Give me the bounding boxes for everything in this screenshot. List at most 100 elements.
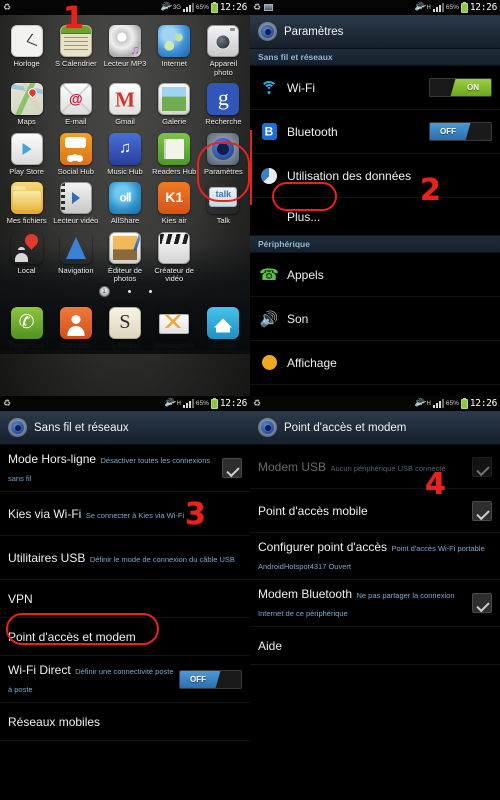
settings-row-kies-wifi[interactable]: Kies via Wi-Fi Se connecter à Kies via W…: [0, 492, 250, 536]
browser-icon: [158, 25, 191, 57]
signal-icon: [182, 399, 194, 408]
clock-text: 12:26: [219, 2, 247, 13]
contacts-icon: [59, 306, 92, 339]
clock-text: 12:26: [469, 2, 497, 13]
network-type-icon: H: [426, 4, 431, 11]
settings-row-economie-energie[interactable]: Economie d'énergie: [250, 385, 500, 396]
app-lecteur-video[interactable]: Lecteur vidéo: [51, 178, 100, 226]
battery-percent: 65%: [195, 4, 209, 11]
page-indicator-dot[interactable]: [148, 290, 152, 293]
app-navigation[interactable]: Navigation: [51, 228, 100, 284]
app-label: Local: [17, 265, 36, 275]
settings-row-affichage[interactable]: Affichage: [250, 341, 500, 385]
network-type-icon: H: [176, 400, 181, 407]
settings-row-utilitaires-usb[interactable]: Utilitaires USB Définir le mode de conne…: [0, 536, 250, 580]
photo-editor-icon: [108, 231, 141, 264]
row-title: Aide: [258, 638, 283, 653]
settings-row-point-acces-modem[interactable]: Point d'accès et modem: [0, 618, 250, 656]
panel-wireless-networks: ♻ H 65% 12:26 Sans fil et réseaux Mode H…: [0, 396, 250, 748]
app-lecteur-mp3[interactable]: Lecteur MP3: [100, 21, 149, 77]
mobile-hotspot-checkbox[interactable]: [472, 500, 492, 521]
allshare-icon: [108, 182, 141, 214]
settings-row-plus[interactable]: Plus...: [250, 198, 500, 236]
page-indicator-current[interactable]: 1: [98, 286, 110, 297]
toggle-label: OFF: [190, 674, 206, 684]
page-indicator-dot[interactable]: [127, 290, 131, 293]
email-icon: [59, 83, 92, 115]
app-label: Kies air: [161, 216, 187, 225]
app-label: E-mail: [65, 117, 87, 126]
settings-row-mode-hors-ligne[interactable]: Mode Hors-ligne Désactiver toutes les co…: [0, 445, 250, 492]
app-internet[interactable]: Internet: [150, 21, 199, 77]
app-local[interactable]: Local: [2, 228, 51, 284]
app-play-store[interactable]: Play Store: [2, 129, 51, 177]
settings-row-appels[interactable]: ☎ Appels: [250, 253, 500, 297]
app-music-hub[interactable]: Music Hub: [100, 129, 149, 177]
wifi-toggle[interactable]: ON: [429, 78, 492, 97]
settings-row-aide[interactable]: Aide: [250, 627, 500, 665]
app-email[interactable]: E-mail: [51, 79, 100, 127]
app-gmail[interactable]: Gmail: [100, 79, 149, 127]
app-label: Recherche: [205, 117, 242, 126]
app-recherche[interactable]: Recherche: [199, 79, 248, 127]
settings-row-bluetooth[interactable]: Bluetooth OFF: [250, 110, 500, 154]
page-indicator[interactable]: 1: [0, 284, 250, 300]
settings-row-modem-bluetooth[interactable]: Modem Bluetooth Ne pas partager la conne…: [250, 580, 500, 627]
app-maps[interactable]: Maps: [2, 79, 51, 127]
row-title: Utilitaires USB: [8, 550, 86, 565]
recycle-icon: ♻: [3, 398, 12, 408]
app-label: Social Hub: [57, 166, 94, 176]
settings-gear-icon: [258, 22, 277, 41]
bluetooth-icon: [258, 123, 280, 140]
app-label: Lecteur vidéo: [53, 216, 99, 225]
settings-row-wifi-direct[interactable]: Wi-Fi Direct Définir une connectivité po…: [0, 656, 250, 703]
app-kies-air[interactable]: Kies air: [150, 178, 199, 226]
row-title: Wi-Fi Direct: [8, 663, 71, 677]
app-label: Internet: [161, 59, 187, 68]
app-label: Gmail: [115, 117, 135, 126]
row-title: Utilisation des données: [287, 168, 412, 183]
settings-row-vpn[interactable]: VPN: [0, 580, 250, 618]
settings-row-reseaux-mobiles[interactable]: Réseaux mobiles: [0, 703, 250, 741]
battery-percent: 65%: [445, 400, 459, 407]
app-label: Éditeur de photos: [107, 265, 143, 283]
data-usage-icon: [258, 167, 280, 184]
signal-icon: [432, 3, 444, 12]
clock-icon: [10, 25, 43, 57]
settings-row-configurer-point-acces[interactable]: Configurer point d'accès Point d'accès W…: [250, 533, 500, 580]
settings-row-data-usage[interactable]: Utilisation des données: [250, 154, 500, 198]
airplane-mode-checkbox[interactable]: [222, 458, 242, 478]
bluetooth-toggle[interactable]: OFF: [429, 122, 492, 141]
app-appareil-photo[interactable]: Appareil photo: [199, 21, 248, 77]
settings-row-wifi[interactable]: Wi-Fi ON: [250, 66, 500, 110]
app-bar-tethering: Point d'accès et modem: [250, 411, 500, 445]
settings-row-son[interactable]: 🔊 Son: [250, 297, 500, 341]
music-hub-icon: [108, 132, 141, 165]
app-createur-de-video[interactable]: Créateur de vidéo: [150, 228, 199, 284]
row-title: Modem Bluetooth: [258, 587, 353, 601]
app-social-hub[interactable]: Social Hub: [51, 129, 100, 177]
app-readers-hub[interactable]: Readers Hub: [150, 129, 199, 177]
row-subtitle: Se connecter à Kies via Wi-Fi: [85, 510, 185, 520]
row-subtitle: Aucun périphérique USB connecté: [330, 463, 446, 473]
app-horloge[interactable]: Horloge: [2, 21, 51, 77]
app-label: Readers Hub: [152, 166, 197, 176]
settings-row-point-acces-mobile[interactable]: Point d'accès mobile: [250, 489, 500, 533]
app-parametres[interactable]: Paramètres: [199, 129, 248, 177]
panel-app-drawer: ♻ 3G 65% 12:26 Horloge S Calendrier Lect…: [0, 0, 250, 396]
toggle-label: ON: [467, 83, 479, 92]
app-galerie[interactable]: Galerie: [150, 79, 199, 127]
wifi-direct-toggle[interactable]: OFF: [179, 669, 242, 689]
app-label: Play Store: [9, 166, 44, 176]
app-allshare[interactable]: AllShare: [100, 178, 149, 226]
app-mes-fichiers[interactable]: Mes fichiers: [2, 178, 51, 226]
app-s-calendrier[interactable]: S Calendrier: [51, 21, 100, 77]
app-label: Navigation: [58, 265, 94, 275]
mute-icon: [161, 2, 171, 12]
bluetooth-tethering-checkbox[interactable]: [472, 593, 492, 613]
app-editeur-de-photos[interactable]: Éditeur de photos: [100, 228, 149, 284]
battery-percent: 65%: [445, 4, 459, 11]
app-talk[interactable]: Talk: [199, 178, 248, 226]
clock-text: 12:26: [469, 398, 497, 409]
row-title: Appels: [287, 267, 324, 282]
